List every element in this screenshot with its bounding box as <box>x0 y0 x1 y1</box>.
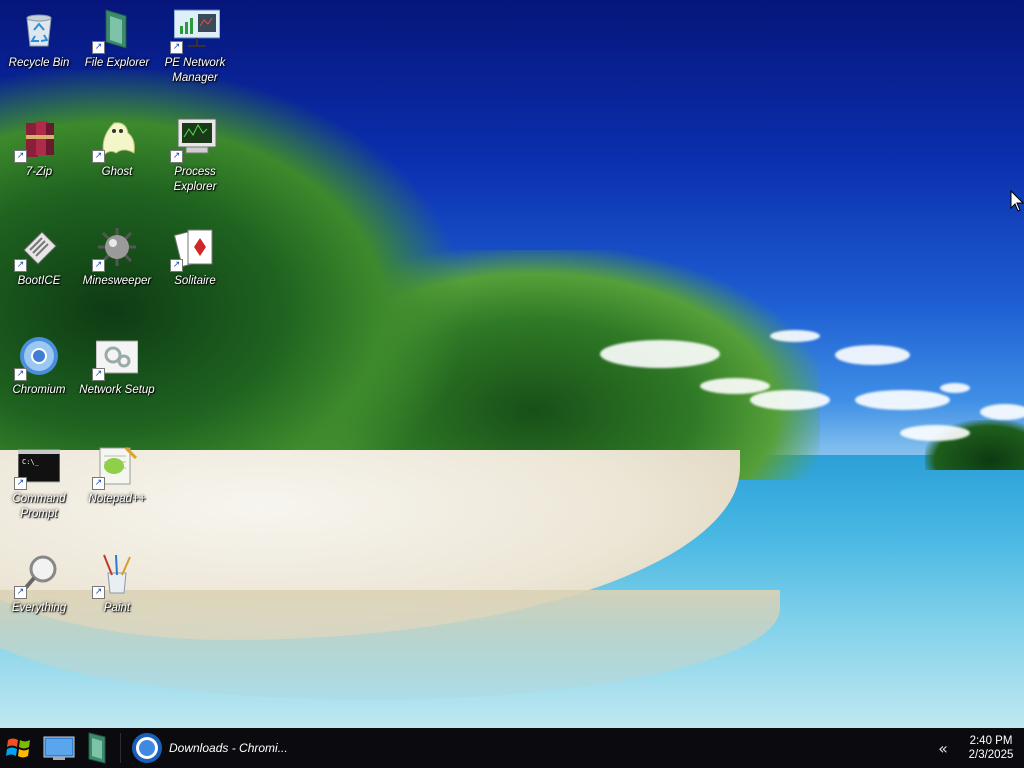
file-explorer-icon: ↗ <box>92 8 138 54</box>
icon-label: Network Setup <box>79 384 155 396</box>
desktop-icon-network-setup[interactable]: ↗ Network Setup <box>79 327 155 427</box>
minesweeper-icon: ↗ <box>92 226 138 272</box>
icon-label: Chromium <box>12 384 66 396</box>
desktop-icon-notepadpp[interactable]: ↗ Notepad++ <box>79 436 155 536</box>
recycle-bin-icon <box>18 8 60 50</box>
wallpaper-cloud <box>750 390 830 410</box>
tray-overflow-chevron-icon[interactable]: « <box>928 739 958 758</box>
shortcut-arrow-icon: ↗ <box>14 586 27 599</box>
windows-start-icon <box>6 738 30 758</box>
everything-icon: ↗ <box>14 553 60 599</box>
taskbar-pinned-show-desktop[interactable] <box>38 728 80 768</box>
wallpaper-island <box>925 420 1024 470</box>
icon-label: Recycle Bin <box>8 57 70 69</box>
icon-label: Solitaire <box>174 275 216 287</box>
wallpaper-cloud <box>980 404 1024 420</box>
desktop-icon-everything[interactable]: ↗ Everything <box>1 545 77 645</box>
network-manager-icon: ↗ <box>170 8 221 54</box>
desktop-icon-minesweeper[interactable]: ↗ Minesweeper <box>79 218 155 318</box>
solitaire-icon: ↗ <box>170 226 216 272</box>
wallpaper-cloud <box>835 345 910 365</box>
desktop-icon-7zip[interactable]: ↗ 7-Zip <box>1 109 77 209</box>
icon-label: Paint <box>103 602 131 614</box>
shortcut-arrow-icon: ↗ <box>14 477 27 490</box>
wallpaper-cloud <box>940 383 970 393</box>
desktop-icon-chromium[interactable]: ↗ Chromium <box>1 327 77 427</box>
7zip-icon: ↗ <box>14 117 60 163</box>
wallpaper-cloud <box>900 425 970 441</box>
shortcut-arrow-icon: ↗ <box>170 150 183 163</box>
icon-label: File Explorer <box>84 57 150 69</box>
shortcut-arrow-icon: ↗ <box>14 150 27 163</box>
taskbar: Downloads - Chromi... « 2:40 PM 2/3/2025 <box>0 728 1024 768</box>
icon-label: Notepad++ <box>88 493 146 505</box>
icon-label: PE Network Manager <box>164 57 226 84</box>
icon-label: Everything <box>11 602 67 614</box>
bootice-icon: ↗ <box>14 226 60 272</box>
chromium-icon: ↗ <box>14 335 60 381</box>
shortcut-arrow-icon: ↗ <box>92 477 105 490</box>
wallpaper-cloud <box>855 390 950 410</box>
icon-label: Ghost <box>101 166 133 178</box>
shortcut-arrow-icon: ↗ <box>170 259 183 272</box>
desktop-icon-ghost[interactable]: ↗ Ghost <box>79 109 155 209</box>
clock-date: 2/3/2025 <box>968 749 1014 761</box>
taskbar-separator <box>120 733 121 763</box>
shortcut-arrow-icon: ↗ <box>92 41 105 54</box>
desktop-icon-process-explorer[interactable]: ↗ Process Explorer <box>157 109 233 209</box>
file-explorer-icon <box>88 732 106 764</box>
taskbar-task-chromium-downloads[interactable]: Downloads - Chromi... <box>127 731 298 765</box>
icon-label: 7-Zip <box>25 166 53 178</box>
wallpaper-cloud <box>770 330 820 342</box>
task-label: Downloads - Chromi... <box>169 741 288 755</box>
clock-time: 2:40 PM <box>969 735 1013 747</box>
shortcut-arrow-icon: ↗ <box>92 259 105 272</box>
desktop-icon-pe-network-manager[interactable]: ↗ PE Network Manager <box>157 0 233 100</box>
shortcut-arrow-icon: ↗ <box>14 368 27 381</box>
shortcut-arrow-icon: ↗ <box>170 41 183 54</box>
icon-label: BootICE <box>17 275 61 287</box>
shortcut-arrow-icon: ↗ <box>92 368 105 381</box>
notepadpp-icon: ↗ <box>92 444 138 490</box>
desktop-icon-file-explorer[interactable]: ↗ File Explorer <box>79 0 155 100</box>
desktop[interactable]: Recycle Bin ↗ 7-Zip ↗ BootICE ↗ Chromium… <box>0 0 1024 728</box>
icon-label: Minesweeper <box>82 275 152 287</box>
taskbar-clock[interactable]: 2:40 PM 2/3/2025 <box>958 734 1024 762</box>
shortcut-arrow-icon: ↗ <box>92 150 105 163</box>
desktop-icon-solitaire[interactable]: ↗ Solitaire <box>157 218 233 318</box>
svg-text:C:\_: C:\_ <box>22 458 40 466</box>
network-setup-icon: ↗ <box>92 335 139 381</box>
shortcut-arrow-icon: ↗ <box>14 259 27 272</box>
desktop-icon-paint[interactable]: ↗ Paint <box>79 545 155 645</box>
mouse-cursor-icon <box>1010 190 1024 212</box>
desktop-icon-command-prompt[interactable]: C:\_ ↗ Command Prompt <box>1 436 77 536</box>
taskbar-pinned-file-explorer[interactable] <box>80 728 114 768</box>
system-tray: « 2:40 PM 2/3/2025 <box>928 728 1024 768</box>
shortcut-arrow-icon: ↗ <box>92 586 105 599</box>
desktop-icon-bootice[interactable]: ↗ BootICE <box>1 218 77 318</box>
ghost-icon: ↗ <box>92 117 138 163</box>
icon-label: Command Prompt <box>12 493 66 520</box>
paint-icon: ↗ <box>92 553 138 599</box>
start-button[interactable] <box>0 728 38 768</box>
chromium-icon <box>132 733 162 763</box>
desktop-monitor-icon <box>43 736 75 760</box>
wallpaper-cloud <box>600 340 720 368</box>
wallpaper-palms-mid <box>300 250 820 480</box>
process-explorer-icon: ↗ <box>170 117 217 163</box>
icon-label: Process Explorer <box>173 166 217 193</box>
command-prompt-icon: C:\_ ↗ <box>14 444 61 490</box>
wallpaper-cloud <box>700 378 770 394</box>
desktop-icon-recycle-bin[interactable]: Recycle Bin <box>1 0 77 100</box>
